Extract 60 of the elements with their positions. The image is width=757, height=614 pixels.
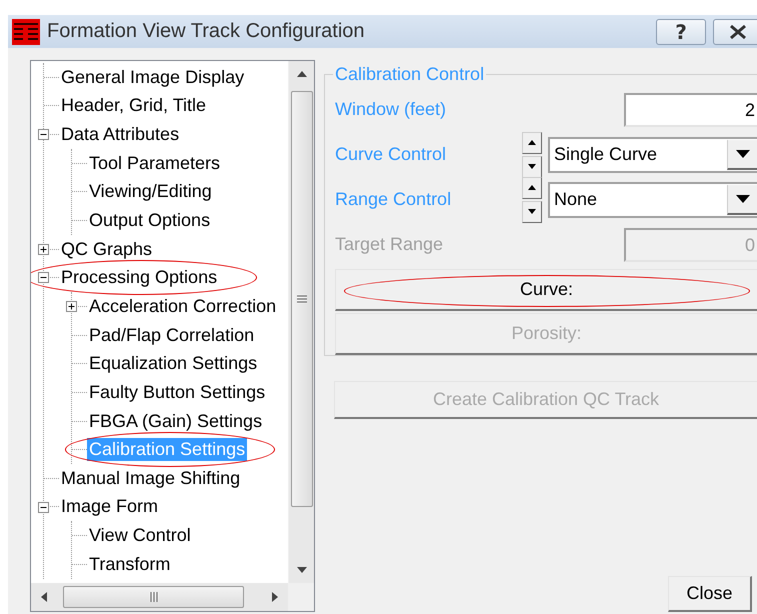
collapse-icon[interactable] [38, 502, 49, 513]
field-label: Curve Control [335, 144, 448, 165]
caret-icon [736, 150, 750, 158]
left-arrow-icon [40, 591, 48, 603]
help-button[interactable]: ? [656, 18, 706, 44]
tree-item[interactable]: Header, Grid, Title [59, 94, 208, 118]
tree-item[interactable]: Transform [87, 552, 172, 576]
tree-item[interactable]: View Control [87, 524, 193, 548]
field-label: Target Range [335, 234, 444, 255]
field-label: Window (feet) [335, 99, 448, 120]
tree-item[interactable]: Tool Parameters [87, 152, 222, 175]
input-field[interactable]: 2 [624, 92, 757, 126]
curve-button[interactable]: Curve: [335, 269, 757, 311]
dropdown-value: Single Curve [554, 144, 658, 165]
tree-item[interactable]: FBGA (Gain) Settings [87, 410, 264, 432]
close-button[interactable] [713, 18, 757, 44]
input-field: 0 [624, 228, 757, 262]
spin-down-button[interactable] [522, 156, 542, 178]
collapse-icon[interactable] [38, 272, 49, 284]
grip-icon [296, 295, 306, 303]
expand-icon[interactable] [38, 244, 49, 255]
dropdown[interactable]: Single Curve [548, 136, 757, 172]
dropdown[interactable]: None [548, 182, 757, 218]
right-arrow-icon [271, 591, 279, 603]
up-arrow-icon [296, 70, 308, 78]
tree-item[interactable]: Output Options [87, 209, 212, 232]
tree-item[interactable]: Acceleration Correction [87, 294, 278, 318]
app-logo-icon [12, 18, 40, 44]
up-arrow-icon [528, 140, 536, 145]
tree-item[interactable]: General Image Display [59, 66, 246, 89]
scrollbar-thumb[interactable] [290, 91, 312, 507]
dropdown-value: None [554, 189, 598, 210]
window-title: Formation View Track Configuration [47, 20, 366, 43]
tree-item[interactable]: Processing Options [59, 266, 220, 290]
down-arrow-icon [296, 566, 308, 574]
down-arrow-icon [528, 164, 536, 169]
spin-up-button[interactable] [522, 132, 542, 154]
tree-item[interactable]: Faulty Button Settings [87, 380, 268, 404]
group-title: Calibration Control [334, 64, 486, 85]
tree-item[interactable]: Data Attributes [59, 123, 182, 146]
tree-item[interactable]: Manual Image Shifting [59, 466, 242, 490]
tree-item[interactable]: Pad/Flap Correlation [87, 324, 256, 347]
caret-icon [736, 194, 750, 202]
spin-down-button[interactable] [522, 200, 542, 222]
field-label: Range Control [335, 189, 452, 210]
grip-icon [150, 592, 158, 602]
scrollbar-thumb[interactable] [63, 586, 244, 608]
expand-icon[interactable] [66, 301, 77, 312]
collapse-icon[interactable] [38, 129, 49, 140]
up-arrow-icon [528, 185, 536, 190]
tree-item[interactable]: Equalization Settings [87, 352, 260, 376]
close-button[interactable]: Close [668, 576, 752, 612]
dropdown-button[interactable] [727, 140, 757, 170]
tree-item[interactable]: QC Graphs [59, 238, 154, 261]
tree-item[interactable]: Viewing/Editing [87, 180, 214, 204]
tree-item[interactable]: Image Form [59, 495, 160, 518]
dropdown-button[interactable] [727, 184, 757, 214]
close-icon [728, 22, 748, 40]
spin-up-button[interactable] [522, 176, 542, 198]
down-arrow-icon [528, 209, 536, 214]
